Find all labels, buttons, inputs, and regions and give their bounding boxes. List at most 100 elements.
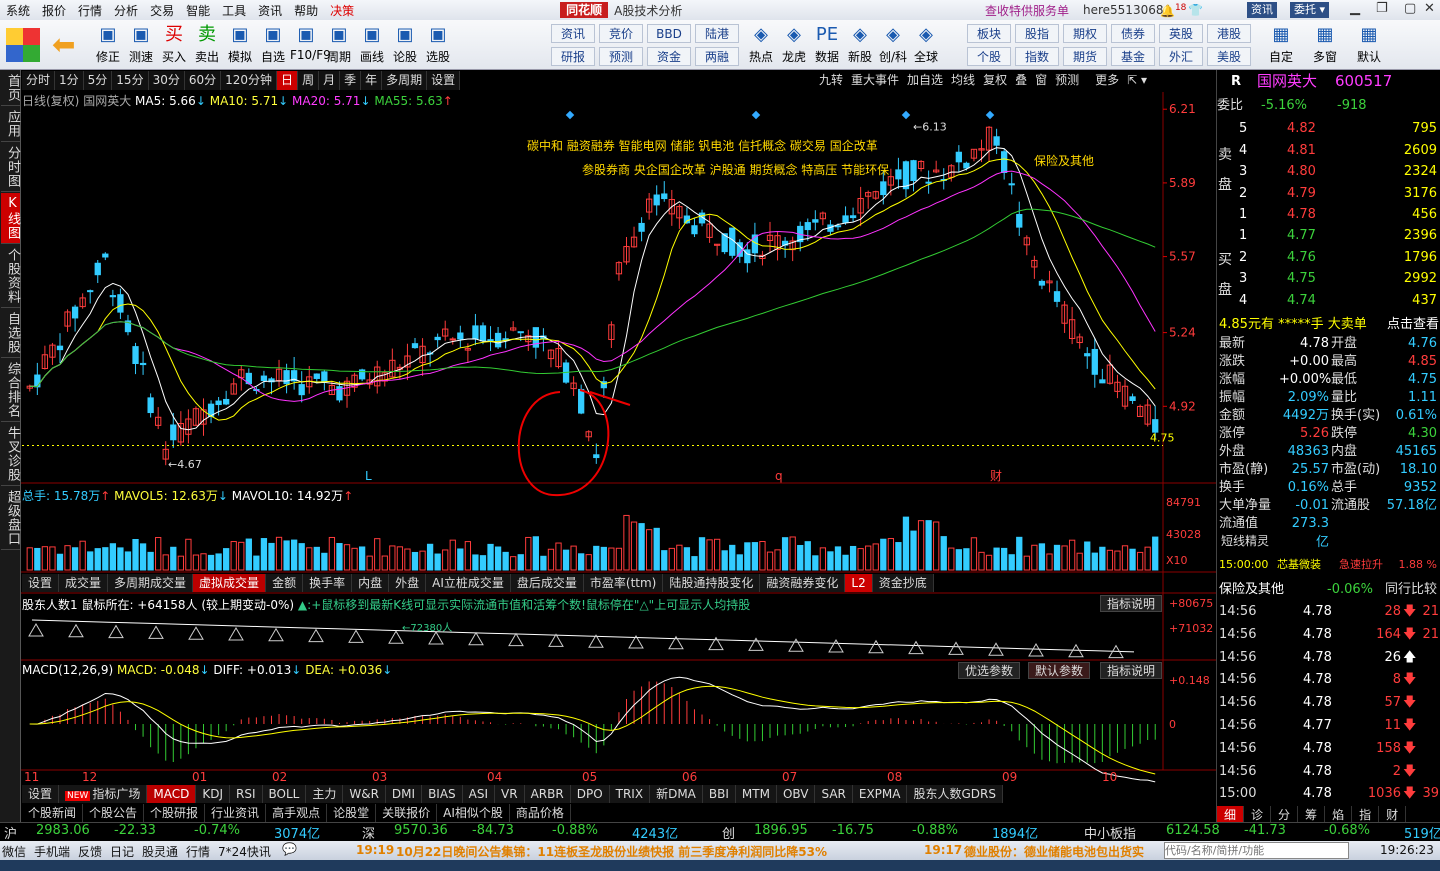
vol-tab[interactable]: AI立桩成交量 <box>426 574 511 592</box>
ind-tab[interactable]: DMI <box>386 785 423 803</box>
news-tab[interactable]: 论股堂 <box>327 804 377 822</box>
status-link[interactable]: 反馈 <box>78 843 102 860</box>
ind-tab[interactable]: NEW 指标广场 <box>59 785 148 803</box>
ind-tab[interactable]: BIAS <box>422 785 463 803</box>
vol-tab[interactable]: 融资融券变化 <box>760 574 846 592</box>
vol-tab[interactable]: 资金抄底 <box>873 574 934 592</box>
status-link[interactable]: 手机端 <box>34 843 70 860</box>
holders-help-button[interactable]: 指标说明 <box>1100 595 1163 612</box>
code-search-input[interactable] <box>1164 842 1349 859</box>
close-icon[interactable]: ✕ <box>1424 1 1435 16</box>
holders-triangle[interactable] <box>308 628 324 643</box>
vol-tab[interactable]: 盘后成交量 <box>511 574 584 592</box>
ind-tab[interactable]: BOLL <box>263 785 307 803</box>
restore-icon[interactable]: ❐ <box>1376 1 1388 16</box>
chat-icon[interactable]: 💬 <box>282 842 297 856</box>
news-ticker[interactable]: 德业股份：德业储能电池包出货实 <box>964 843 1160 860</box>
ind-tab[interactable]: 设置 <box>22 785 60 803</box>
ind-tab[interactable]: DPO <box>571 785 610 803</box>
event-diamond[interactable] <box>985 110 995 120</box>
click-view-link[interactable]: 点击查看 <box>1387 315 1439 334</box>
holders-triangle[interactable] <box>588 634 604 648</box>
ind-tab[interactable]: VR <box>495 785 525 803</box>
status-link[interactable]: 日记 <box>110 843 134 860</box>
news-ticker[interactable]: 10月22日晚间公告集锦：11连板圣龙股份业绩快报 前三季度净利润同比降53% <box>396 843 916 860</box>
optimal-params-button[interactable]: 优选参数 <box>958 662 1021 679</box>
ind-tab[interactable]: MACD <box>147 785 197 803</box>
ind-tab[interactable]: BBI <box>703 785 736 803</box>
ind-tab[interactable]: 新DMA <box>650 785 703 803</box>
status-link[interactable]: 股灵通 <box>142 843 178 860</box>
vol-tab[interactable]: 内盘 <box>352 574 390 592</box>
ind-tab[interactable]: W&R <box>343 785 386 803</box>
minimize-icon[interactable]: ▁ <box>1350 1 1360 16</box>
holders-triangle[interactable] <box>388 630 404 644</box>
vol-tab[interactable]: 陆股通持股变化 <box>663 574 761 592</box>
status-link[interactable]: 行情 <box>186 843 210 860</box>
ind-tab[interactable]: KDJ <box>196 785 230 803</box>
vol-tab[interactable]: L2 <box>845 574 873 592</box>
ind-tab[interactable]: RSI <box>230 785 263 803</box>
index-name[interactable]: 中小板指 <box>1084 823 1136 842</box>
holders-triangle[interactable] <box>988 642 1004 656</box>
event-diamond[interactable] <box>901 110 911 120</box>
holders-triangle[interactable] <box>788 638 804 652</box>
custom-button[interactable]: ▦ 自定 <box>1265 22 1297 65</box>
ind-tab[interactable]: 股东人数GDRS <box>907 785 1003 803</box>
index-name[interactable]: 沪 <box>4 823 17 842</box>
maximize-icon[interactable]: ▢ <box>1404 1 1416 16</box>
home-button[interactable]: ▦ 默认 <box>1353 22 1385 65</box>
ind-tab[interactable]: ARBR <box>525 785 571 803</box>
news-tab[interactable]: AI相似个股 <box>437 804 510 822</box>
ind-tab[interactable]: TRIX <box>610 785 651 803</box>
holders-triangle[interactable] <box>868 639 884 654</box>
ind-tab[interactable]: 主力 <box>306 785 344 803</box>
holders-triangle[interactable] <box>68 623 84 638</box>
event-diamond[interactable] <box>751 110 761 120</box>
news-tab[interactable]: 关联报价 <box>376 804 438 822</box>
index-name[interactable]: 深 <box>362 823 375 842</box>
holders-triangle[interactable] <box>1028 643 1044 657</box>
news-tab[interactable]: 个股研报 <box>144 804 206 822</box>
status-link[interactable]: 7*24快讯 <box>218 843 271 860</box>
ind-tab[interactable]: EXPMA <box>853 785 908 803</box>
vol-tab[interactable]: 虚拟成交量 <box>193 574 267 592</box>
default-params-button[interactable]: 默认参数 <box>1028 662 1091 679</box>
event-diamond[interactable] <box>565 110 575 120</box>
windows-button[interactable]: ▦ 多窗 <box>1309 22 1341 65</box>
holders-triangle[interactable] <box>908 640 924 655</box>
entrust-button[interactable]: 委托 ▾ <box>1290 2 1330 18</box>
holders-triangle[interactable] <box>548 633 564 647</box>
vol-tab[interactable]: 多周期成交量 <box>108 574 194 592</box>
holders-triangle[interactable] <box>268 627 284 642</box>
news-button[interactable]: 资讯 <box>1247 2 1277 18</box>
chart-marker[interactable]: q <box>775 469 783 483</box>
holders-triangle[interactable] <box>508 632 524 647</box>
index-name[interactable]: 创 <box>722 823 735 842</box>
holders-triangle[interactable] <box>948 641 964 655</box>
holders-triangle[interactable] <box>468 631 484 646</box>
ind-tab[interactable]: ASI <box>463 785 496 803</box>
holders-triangle[interactable] <box>108 624 124 639</box>
vol-tab[interactable]: 市盈率(ttm) <box>584 574 664 592</box>
holders-triangle[interactable] <box>28 623 44 637</box>
vol-tab[interactable]: 金额 <box>266 574 304 592</box>
kline-chart[interactable]: 6.21 5.89 5.57 5.24 4.92 4.75 ←6.13 ←4.67 L q 财 847… <box>0 0 1216 840</box>
vol-tab[interactable]: 设置 <box>22 574 60 592</box>
ind-tab[interactable]: MTM <box>736 785 777 803</box>
news-tab[interactable]: 行业资讯 <box>205 804 267 822</box>
industry-compare-button[interactable]: 同行比较 <box>1385 580 1437 599</box>
chart-marker[interactable]: L <box>365 469 372 483</box>
holders-triangle[interactable] <box>148 625 164 639</box>
vol-tab[interactable]: 换手率 <box>303 574 353 592</box>
vol-tab[interactable]: 外盘 <box>389 574 427 592</box>
news-tab[interactable]: 个股公告 <box>83 804 145 822</box>
holders-triangle[interactable] <box>228 627 244 641</box>
news-tab[interactable]: 高手观点 <box>266 804 328 822</box>
chart-marker[interactable]: 财 <box>990 469 1002 483</box>
vol-tab[interactable]: 成交量 <box>59 574 109 592</box>
news-tab[interactable]: 商品价格 <box>510 804 571 822</box>
holders-triangle[interactable] <box>348 629 364 643</box>
ind-tab[interactable]: SAR <box>815 785 853 803</box>
news-tab[interactable]: 个股新闻 <box>22 804 84 822</box>
